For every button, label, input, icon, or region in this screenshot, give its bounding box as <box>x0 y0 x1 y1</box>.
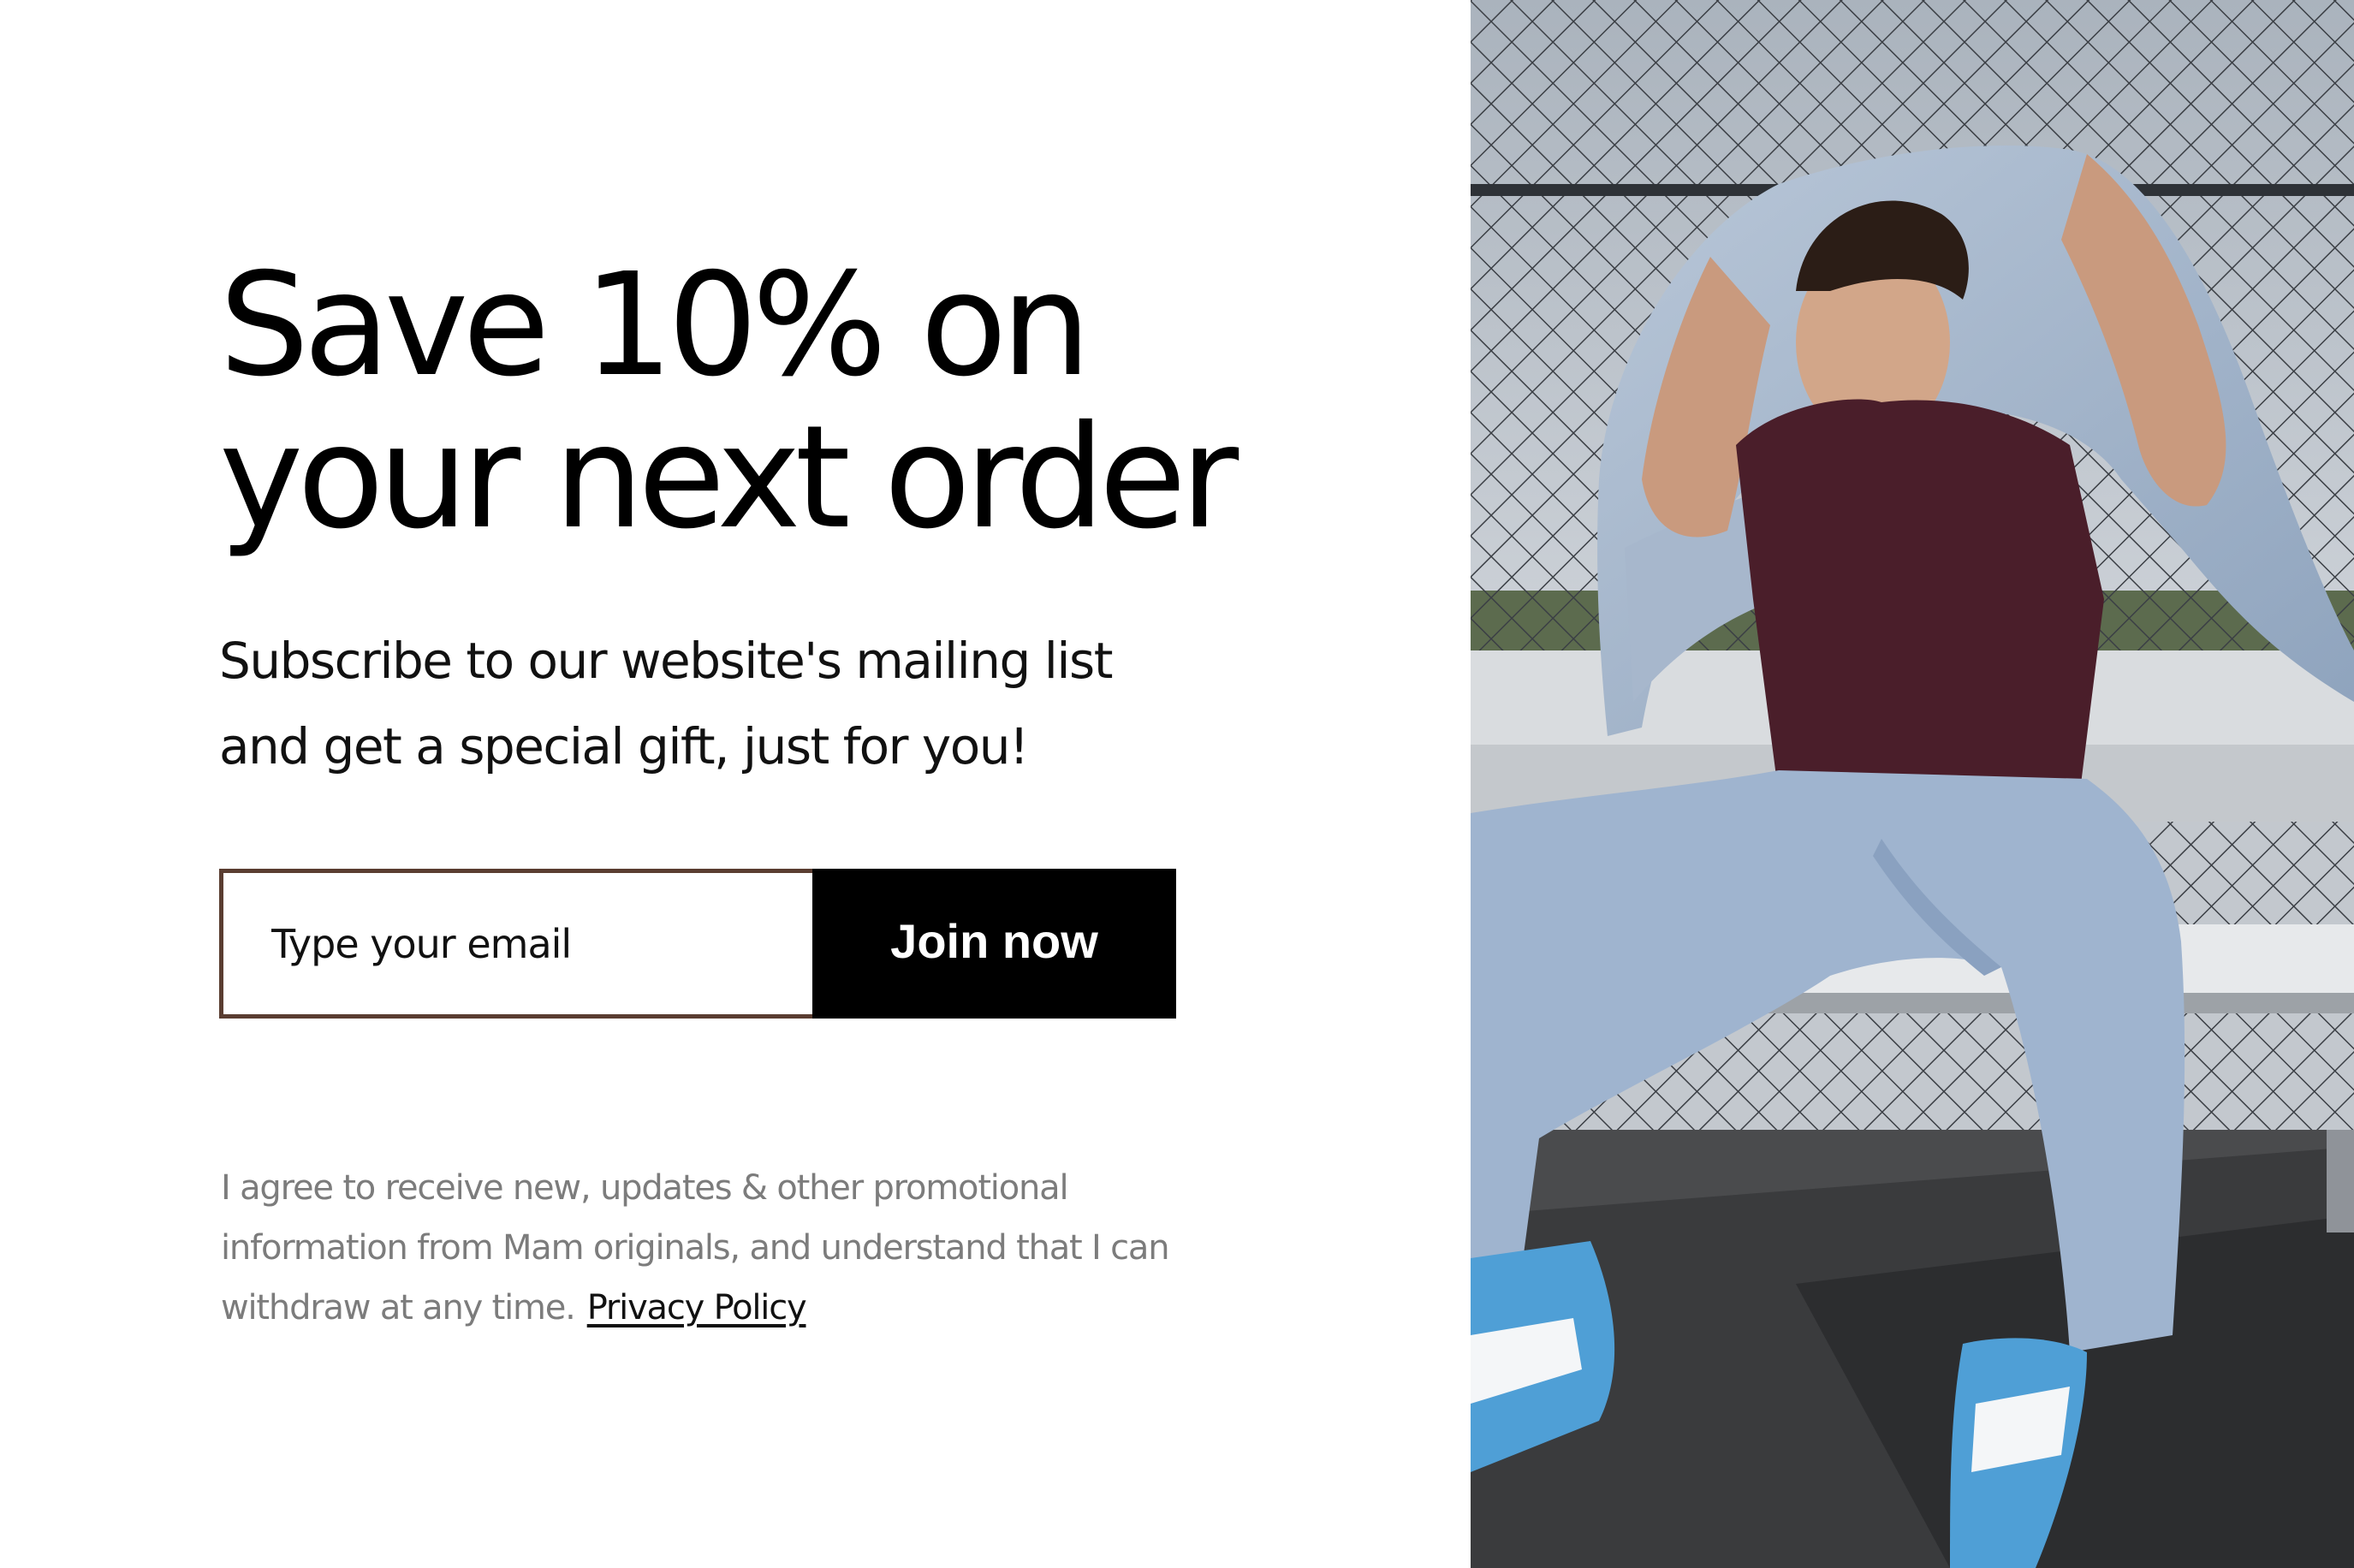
headline: Save 10% on your next order <box>219 250 1332 555</box>
subtitle: Subscribe to our website's mailing list … <box>219 618 1246 789</box>
headline-line-2: your next order <box>219 395 1239 561</box>
headline-line-1: Save 10% on <box>219 243 1091 408</box>
join-now-button[interactable]: Join now <box>812 869 1176 1019</box>
consent-line-3: withdraw at any time. <box>221 1288 576 1327</box>
newsletter-popup: Save 10% on your next order Subscribe to… <box>0 0 2354 1568</box>
consent-text: I agree to receive new, updates & other … <box>221 1158 1248 1338</box>
hero-photo <box>1471 0 2354 1568</box>
consent-line-1: I agree to receive new, updates & other … <box>221 1168 1069 1208</box>
signup-form: Join now <box>219 869 1176 1019</box>
signup-panel: Save 10% on your next order Subscribe to… <box>0 0 1471 1568</box>
man-denim-jacket-icon <box>1471 0 2354 1568</box>
subtitle-line-1: Subscribe to our website's mailing list <box>219 632 1113 690</box>
consent-line-3-wrap: withdraw at any time. Privacy Policy <box>221 1278 1248 1338</box>
subtitle-line-2: and get a special gift, just for you! <box>219 717 1029 775</box>
privacy-policy-link[interactable]: Privacy Policy <box>587 1288 807 1327</box>
consent-line-2: information from Mam originals, and unde… <box>221 1228 1170 1268</box>
email-input[interactable] <box>219 869 812 1019</box>
